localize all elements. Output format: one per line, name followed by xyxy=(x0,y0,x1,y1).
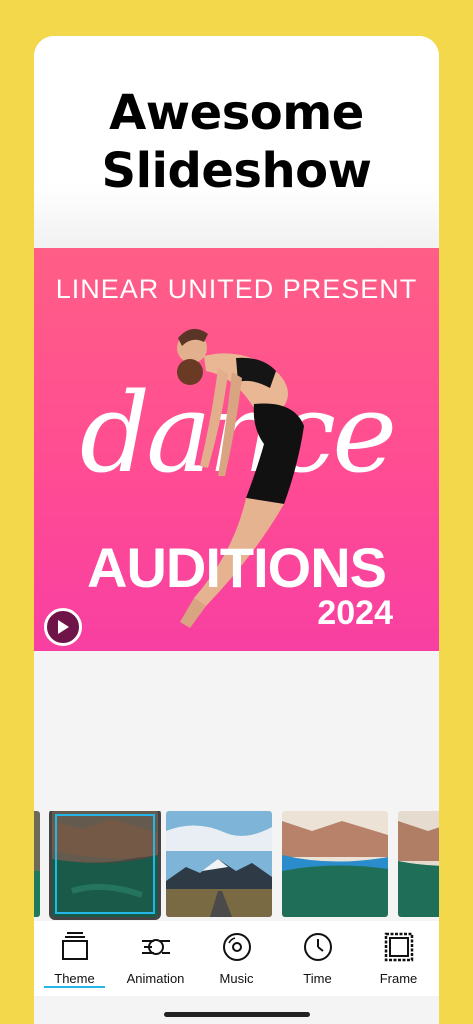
tab-theme-label: Theme xyxy=(54,971,95,986)
theme-thumbnail-strip[interactable] xyxy=(34,811,439,921)
promo-header: Awesome Slideshow xyxy=(34,36,439,248)
theme-icon xyxy=(61,932,88,960)
tab-animation-label: Animation xyxy=(126,971,185,986)
animation-icon xyxy=(141,939,170,955)
app-screen: Awesome Slideshow LINEAR UNITED PRESENT … xyxy=(34,36,439,1024)
tab-time-label: Time xyxy=(303,971,332,986)
bottom-toolbar: Theme Animation Music Time Frame xyxy=(34,921,439,996)
thumbnail-item[interactable] xyxy=(34,811,40,917)
tab-music-label: Music xyxy=(219,971,254,986)
tab-theme[interactable]: Theme xyxy=(34,921,115,996)
home-indicator[interactable] xyxy=(164,1012,310,1017)
poster-top-text: LINEAR UNITED PRESENT xyxy=(55,274,418,304)
clock-icon xyxy=(303,933,332,961)
tab-music[interactable]: Music xyxy=(196,921,277,996)
headline-line-2: Slideshow xyxy=(101,143,372,199)
tab-time[interactable]: Time xyxy=(277,921,358,996)
play-button[interactable] xyxy=(44,608,82,646)
promo-headline: Awesome Slideshow xyxy=(102,84,372,200)
headline-line-1: Awesome xyxy=(109,85,364,141)
music-icon xyxy=(222,933,251,961)
play-icon xyxy=(58,620,69,634)
frame-icon xyxy=(384,932,413,962)
thumbnail-item[interactable] xyxy=(166,811,272,917)
slideshow-preview[interactable]: LINEAR UNITED PRESENT dance AUDITIONS 20… xyxy=(34,248,439,651)
thumbnail-item-selected[interactable] xyxy=(49,811,161,920)
tab-frame-label: Frame xyxy=(379,971,418,986)
poster-title: AUDITIONS xyxy=(87,536,387,599)
tab-animation[interactable]: Animation xyxy=(115,921,196,996)
poster-year: 2024 xyxy=(317,594,393,632)
tab-frame[interactable]: Frame xyxy=(358,921,439,996)
thumbnail-item[interactable] xyxy=(282,811,388,917)
thumbnail-item[interactable] xyxy=(398,811,439,917)
